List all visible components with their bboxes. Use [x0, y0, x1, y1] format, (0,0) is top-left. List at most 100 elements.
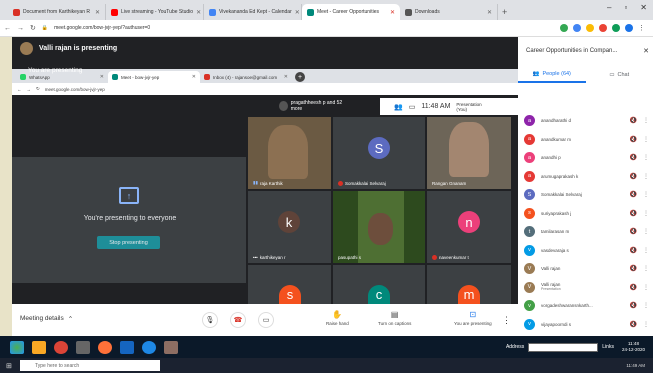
captions-button[interactable]: ▤ Turn on captions	[378, 310, 411, 326]
close-icon[interactable]: ✕	[487, 9, 492, 16]
firefox-icon[interactable]	[98, 340, 112, 354]
more-options-icon[interactable]: ⋮	[643, 228, 649, 235]
participant-row[interactable]: a anandharathi d 🔇 ⋮	[524, 113, 649, 128]
participant-row[interactable]: s suriyaprakash j 🔇 ⋮	[524, 206, 649, 221]
participant-row[interactable]: a arumugaprakash k 🔇 ⋮	[524, 169, 649, 184]
mic-button[interactable]: 🎙	[202, 312, 218, 328]
close-icon[interactable]: ✕	[196, 9, 201, 16]
participant-tile[interactable]: n naveenkumar t	[427, 191, 511, 263]
meeting-details-button[interactable]: Meeting details ⌃	[20, 315, 73, 323]
participant-tile[interactable]: c	[333, 265, 425, 304]
outer-tab[interactable]: Vivekananda Ed Kept - Calendar ✕	[204, 4, 302, 20]
participant-row[interactable]: v vasdevaraja s 🔇 ⋮	[524, 243, 649, 258]
chrome-icon[interactable]	[54, 340, 68, 354]
close-icon[interactable]: ✕	[295, 9, 300, 16]
outer-tab-active[interactable]: Meet - Career Opportunities ✕	[302, 4, 400, 20]
mic-off-icon: 🔇	[629, 247, 637, 254]
more-options-icon[interactable]: ⋮	[643, 284, 649, 291]
camera-button[interactable]: ▭	[258, 312, 274, 328]
maximize-icon[interactable]: ▫	[624, 3, 627, 12]
outer-tab[interactable]: Live streaming - YouTube Studio ✕	[106, 4, 204, 20]
outer-tab[interactable]: Downloads ✕	[400, 4, 498, 20]
extension-icon[interactable]	[573, 24, 581, 32]
outer-url[interactable]: meet.google.com/bow-jvjr-yep/?authuser=0	[54, 25, 150, 31]
more-options-icon[interactable]: ⋮	[502, 315, 511, 326]
participant-row[interactable]: v vorgadeshwaransnkarth... 🔇 ⋮	[524, 298, 649, 313]
participant-name: arumugaprakash k	[541, 173, 579, 179]
close-icon[interactable]: ✕	[643, 47, 653, 55]
more-options-icon[interactable]: ⋮	[643, 173, 649, 180]
extension-icon[interactable]	[586, 24, 594, 32]
mic-off-icon: 🔇	[629, 266, 637, 272]
participant-tile[interactable]: s	[248, 265, 331, 304]
tab-chat[interactable]: ▭ Chat	[586, 67, 653, 83]
mic-off-icon: 🔇	[629, 136, 637, 143]
extension-icon[interactable]	[612, 24, 620, 32]
more-options-icon[interactable]: ⋮	[643, 154, 649, 161]
extension-icon[interactable]	[560, 24, 568, 32]
search-box[interactable]: Type here to search	[20, 360, 160, 371]
participant-tile[interactable]: S Somakkalai Selvaraj	[333, 117, 425, 189]
participant-tile[interactable]: ▮▮ raja Karthik	[248, 117, 331, 189]
more-options-icon[interactable]: ⋮	[643, 265, 649, 272]
leave-call-button[interactable]: ☎	[230, 312, 246, 328]
close-icon[interactable]: ✕	[390, 9, 395, 16]
participant-row[interactable]: S Somakkalai Selvaraj 🔇 ⋮	[524, 187, 649, 202]
close-icon[interactable]: ✕	[95, 9, 100, 16]
profile-avatar[interactable]	[625, 24, 633, 32]
ie-icon[interactable]	[142, 340, 156, 354]
participant-tile[interactable]: m	[427, 265, 511, 304]
close-icon[interactable]: ✕	[100, 74, 104, 80]
extension-icon[interactable]	[599, 24, 607, 32]
more-options-icon[interactable]: ⋮	[643, 136, 649, 143]
folder-icon[interactable]	[32, 340, 46, 354]
tab-people[interactable]: 👥 People (64)	[518, 67, 586, 83]
inner-tab[interactable]: Inbox (4) - rajansoe@gmail.com ✕	[200, 71, 292, 83]
people-icon[interactable]: 👥	[394, 103, 403, 111]
windows-start-icon[interactable]	[10, 340, 24, 354]
close-window-icon[interactable]: ✕	[640, 3, 647, 12]
menu-icon[interactable]: ⋮	[638, 24, 645, 32]
raise-hand-button[interactable]: ✋ Raise hand	[326, 310, 349, 326]
participant-row[interactable]: t tamilarasan m 🔇 ⋮	[524, 224, 649, 239]
mic-off-icon: 🔇	[629, 321, 637, 328]
participant-row[interactable]: V Valli rajan 🔇 ⋮	[524, 261, 649, 276]
participant-row[interactable]: V Valli rajan Presentation 🔇 ⋮	[524, 280, 649, 295]
app-icon[interactable]	[76, 340, 90, 354]
new-tab-button[interactable]: +	[502, 7, 507, 17]
close-icon[interactable]: ✕	[192, 74, 196, 80]
chat-icon[interactable]: ▭	[409, 103, 416, 111]
more-options-icon[interactable]: ⋮	[643, 191, 649, 198]
participant-tile[interactable]: pasupathi s	[333, 191, 425, 263]
minimize-icon[interactable]: –	[607, 3, 611, 12]
windows-start-icon[interactable]: ⊞	[6, 362, 12, 370]
stop-presenting-button[interactable]: Stop presenting	[97, 236, 160, 249]
participants-pill[interactable]: pragathheesh p and 52 more	[277, 97, 347, 114]
presenting-button[interactable]: ⊡ You are presenting	[454, 310, 492, 326]
back-icon[interactable]: ←	[4, 25, 11, 32]
forward-icon[interactable]: →	[27, 87, 32, 92]
more-options-icon[interactable]: ⋮	[643, 302, 649, 309]
app-icon[interactable]	[164, 340, 178, 354]
outer-tab[interactable]: Document from Karthikeyan R ✕	[8, 4, 106, 20]
participant-tile[interactable]: Rangan Gnanam	[427, 117, 511, 189]
more-options-icon[interactable]: ⋮	[643, 210, 649, 217]
inner-url[interactable]: meet.google.com/bow-jvjr-yep	[45, 87, 105, 92]
taskbar-address-input[interactable]	[528, 342, 599, 352]
taskbar-clock[interactable]: 11:48 24-12-2020	[622, 341, 653, 353]
forward-icon[interactable]: →	[17, 25, 24, 32]
more-options-icon[interactable]: ⋮	[643, 321, 649, 328]
reload-icon[interactable]: ↻	[36, 86, 40, 92]
participant-row[interactable]: a anandhi p 🔇 ⋮	[524, 150, 649, 165]
participant-tile[interactable]: k ••• karthikeyan r	[248, 191, 331, 263]
new-tab-button[interactable]: +	[295, 72, 305, 82]
back-icon[interactable]: ←	[17, 87, 22, 92]
reload-icon[interactable]: ↻	[30, 24, 36, 32]
inner-tab-active[interactable]: Meet - bow-jvjr-yep ✕	[108, 71, 200, 83]
more-options-icon[interactable]: ⋮	[643, 247, 649, 254]
close-icon[interactable]: ✕	[284, 74, 288, 80]
app-icon[interactable]	[120, 340, 134, 354]
more-options-icon[interactable]: ⋮	[643, 117, 649, 124]
participant-row[interactable]: v vijayapoorndi s 🔇 ⋮	[524, 317, 649, 332]
participant-row[interactable]: a anandkumar m 🔇 ⋮	[524, 132, 649, 147]
